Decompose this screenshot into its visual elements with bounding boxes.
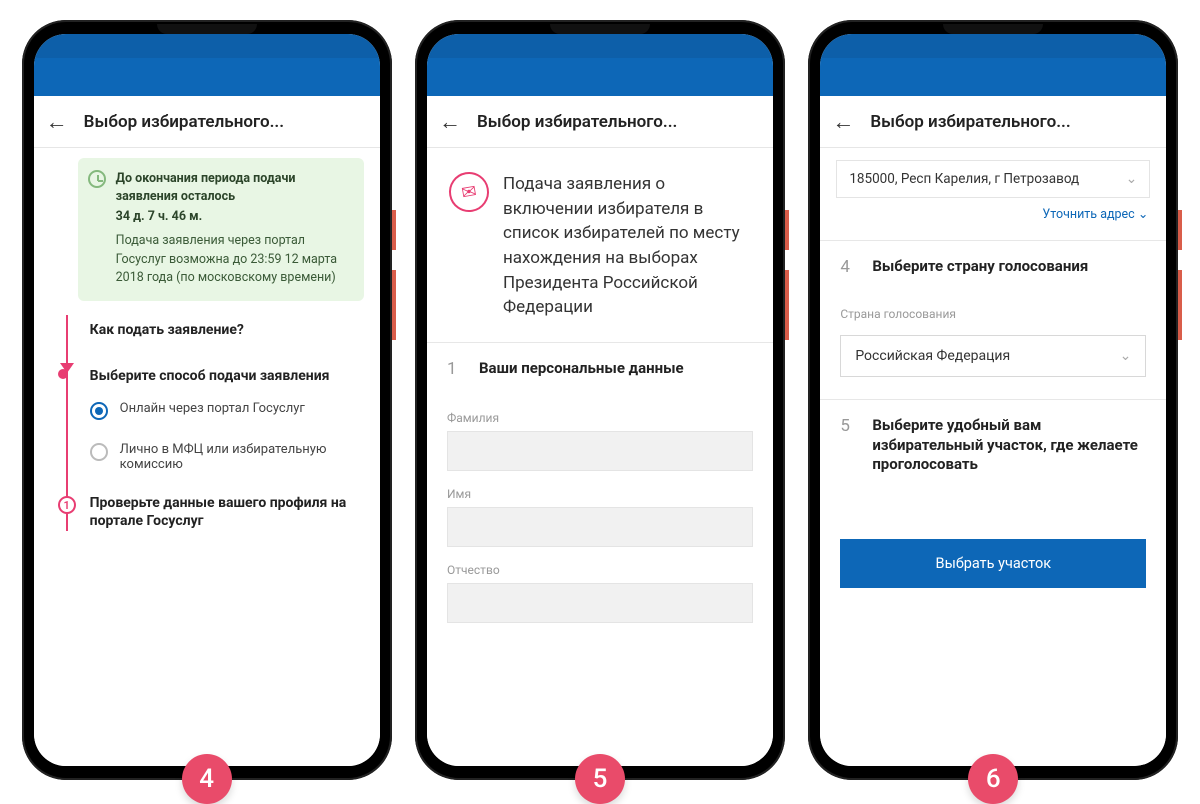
country-select[interactable]: Российская Федерация ⌄ (840, 335, 1146, 377)
screen-6: ← Выбор избирательного... 185000, Респ К… (820, 34, 1166, 766)
choose-station-heading: Выберите удобный вам избирательный участ… (872, 416, 1146, 475)
phone-side-button (785, 270, 789, 340)
application-heading: Подача заявления о включении избирателя … (503, 172, 751, 320)
address-value: 185000, Респ Карелия, г Петрозавод (849, 171, 1079, 187)
current-step-marker (58, 369, 68, 379)
step-number: 1 (447, 359, 465, 379)
brand-band (34, 58, 380, 96)
country-value: Российская Федерация (855, 348, 1010, 364)
content-area: ✉ Подача заявления о включении избирател… (427, 148, 773, 766)
phone-mockup-5: ← Выбор избирательного... ✉ Подача заявл… (415, 20, 785, 780)
personal-data-form: Фамилия Имя Отчество (427, 411, 773, 633)
notice-body: Подача заявления через портал Госуслуг в… (116, 232, 350, 286)
page-title: Выбор избирательного... (84, 112, 284, 132)
status-bar (427, 34, 773, 58)
deadline-notice: До окончания периода подачи заявления ос… (78, 158, 364, 301)
phone-mockup-4: ← Выбор избирательного... До окончания п… (22, 20, 392, 780)
country-label: Страна голосования (820, 307, 1166, 321)
choose-station-button[interactable]: Выбрать участок (840, 539, 1146, 588)
page-title: Выбор избирательного... (477, 112, 677, 132)
chevron-down-icon: ⌄ (1126, 171, 1138, 187)
brand-band (820, 58, 1166, 96)
back-icon[interactable]: ← (439, 109, 461, 135)
brand-band (427, 58, 773, 96)
phone-side-button (392, 270, 396, 340)
notice-title: До окончания периода подачи заявления ос… (116, 170, 350, 206)
screen-5: ← Выбор избирательного... ✉ Подача заявл… (427, 34, 773, 766)
option-mfc-label: Лично в МФЦ или избирательную комиссию (120, 442, 364, 472)
phone-side-button (392, 210, 396, 250)
phone-side-button (1178, 270, 1182, 340)
ballot-box-icon: ✉ (446, 169, 492, 215)
submission-method-group: Онлайн через портал Госуслуг Лично в МФЦ… (90, 401, 364, 472)
lastname-label: Фамилия (447, 411, 753, 425)
firstname-input[interactable] (447, 507, 753, 547)
content-area: До окончания периода подачи заявления ос… (34, 148, 380, 766)
slide-number-badge: 5 (575, 754, 625, 804)
option-mfc[interactable]: Лично в МФЦ или избирательную комиссию (90, 442, 364, 472)
screen-4: ← Выбор избирательного... До окончания п… (34, 34, 380, 766)
step-number: 5 (840, 416, 858, 475)
phone-side-button (785, 210, 789, 250)
chevron-down-icon: ⌄ (1120, 348, 1132, 364)
back-icon[interactable]: ← (832, 109, 854, 135)
app-bar: ← Выбор избирательного... (820, 96, 1166, 148)
slide-number-badge: 4 (182, 754, 232, 804)
lastname-input[interactable] (447, 431, 753, 471)
choose-method-heading: Выберите способ подачи заявления (90, 367, 364, 385)
clock-icon (88, 170, 106, 188)
phone-mockup-6: ← Выбор избирательного... 185000, Респ К… (808, 20, 1178, 780)
step-number: 4 (840, 257, 858, 277)
step-number-badge: 1 (58, 496, 76, 514)
app-bar: ← Выбор избирательного... (427, 96, 773, 148)
status-bar (34, 34, 380, 58)
option-online[interactable]: Онлайн через портал Госуслуг (90, 401, 364, 420)
phone-side-button (1178, 210, 1182, 250)
content-area: 185000, Респ Карелия, г Петрозавод ⌄ Уто… (820, 148, 1166, 766)
patronymic-label: Отчество (447, 563, 753, 577)
address-select[interactable]: 185000, Респ Карелия, г Петрозавод ⌄ (836, 160, 1150, 198)
radio-icon (90, 402, 108, 420)
radio-icon (90, 443, 108, 461)
verify-profile-heading: Проверьте данные вашего профиля на порта… (90, 494, 364, 530)
refine-address-link[interactable]: Уточнить адрес (820, 198, 1166, 240)
how-to-apply-heading: Как подать заявление? (90, 321, 364, 339)
personal-data-heading: Ваши персональные данные (479, 359, 684, 379)
app-bar: ← Выбор избирательного... (34, 96, 380, 148)
firstname-label: Имя (447, 487, 753, 501)
steps-timeline: Как подать заявление? Выберите способ по… (34, 315, 380, 531)
choose-country-heading: Выберите страну голосования (872, 257, 1088, 277)
notice-countdown: 34 д. 7 ч. 46 м. (116, 208, 350, 226)
option-online-label: Онлайн через портал Госуслуг (120, 401, 305, 416)
page-title: Выбор избирательного... (870, 112, 1070, 132)
status-bar (820, 34, 1166, 58)
slide-number-badge: 6 (968, 754, 1018, 804)
patronymic-input[interactable] (447, 583, 753, 623)
back-icon[interactable]: ← (46, 109, 68, 135)
